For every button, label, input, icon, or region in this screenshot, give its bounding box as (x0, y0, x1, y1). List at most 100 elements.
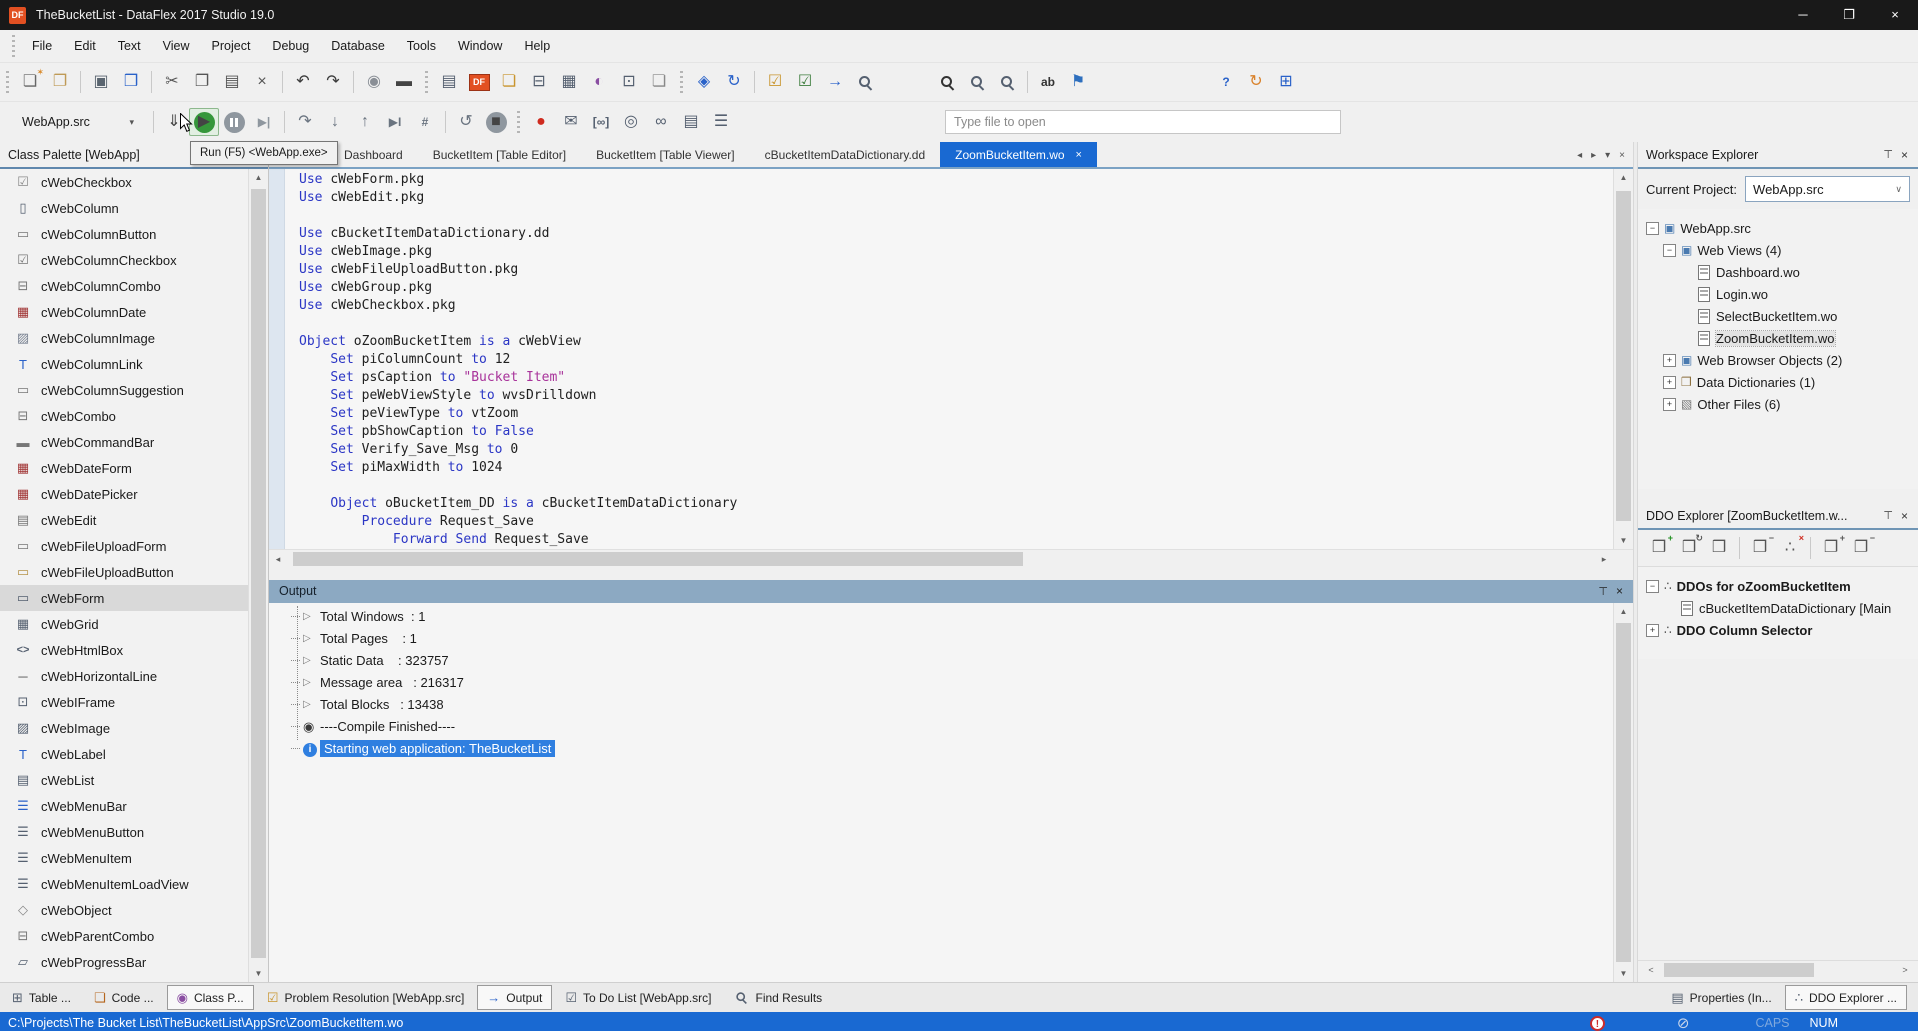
scroll-down-arrow[interactable]: ▼ (1614, 532, 1633, 549)
redo-button[interactable]: ↷ (318, 68, 348, 96)
undo-button[interactable]: ↶ (288, 68, 318, 96)
expand-arrow-icon[interactable]: ▷ (303, 611, 320, 622)
scroll-right-arrow[interactable]: > (1896, 961, 1914, 982)
stop-debugging-button[interactable]: ■ (481, 108, 511, 136)
scroll-right-arrow[interactable]: ▸ (1595, 550, 1613, 569)
output-line[interactable]: ▷Total Blocks : 13438 (269, 694, 1611, 716)
tree-expander-icon[interactable]: + (1663, 376, 1676, 389)
synchronize-web-app-button[interactable]: ↻ (719, 68, 749, 96)
palette-item[interactable]: ▦cWebDatePicker (0, 481, 268, 507)
threads-window-button[interactable]: ☰ (706, 108, 736, 136)
show-ddo-usage-button[interactable]: ❒ (1704, 534, 1734, 562)
tree-expander-icon[interactable]: + (1663, 398, 1676, 411)
output-line[interactable]: iStarting web application: TheBucketList (269, 738, 1611, 760)
output-line[interactable]: ▷Total Pages : 1 (269, 628, 1611, 650)
workspace-tree-item[interactable]: −▣Web Views (4) (1638, 239, 1918, 261)
palette-item[interactable]: ▭cWebForm (0, 585, 268, 611)
record-macro-button[interactable]: ◉ (359, 68, 389, 96)
paste-button[interactable]: ▤ (217, 68, 247, 96)
problem-resolution-button[interactable]: ☑ (760, 68, 790, 96)
order-entry-wizard-button[interactable]: ▤ (434, 68, 464, 96)
file-open-input[interactable] (945, 110, 1341, 134)
palette-item[interactable]: ▦cWebColumnDate (0, 299, 268, 325)
palette-scrollbar[interactable]: ▲▼ (248, 169, 268, 982)
database-explorer-button[interactable]: ⊟ (524, 68, 554, 96)
scroll-up-arrow[interactable]: ▲ (1614, 169, 1633, 186)
start-debugging-button[interactable]: ▶| (249, 108, 279, 136)
locate-in-files-button[interactable] (850, 68, 880, 96)
menu-item-tools[interactable]: Tools (396, 39, 447, 53)
export-source-button[interactable]: → (820, 68, 850, 96)
bottom-tab-class-p-[interactable]: ◉Class P... (167, 985, 254, 1010)
palette-item[interactable]: ☰cWebMenuButton (0, 819, 268, 845)
pause-button[interactable] (219, 108, 249, 136)
editor-code-surface[interactable]: Use cWebForm.pkgUse cWebEdit.pkg Use cBu… (299, 171, 1611, 549)
palette-item[interactable]: ▬cWebCommandBar (0, 429, 268, 455)
output-vertical-scrollbar[interactable]: ▲ ▼ (1613, 603, 1633, 983)
scroll-left-arrow[interactable]: ◂ (269, 550, 287, 569)
palette-item[interactable]: ☑cWebColumnCheckbox (0, 247, 268, 273)
minimize-button[interactable]: ─ (1780, 0, 1826, 30)
project-selector[interactable]: WebApp.src ▾ (16, 109, 140, 135)
output-scroll-thumb[interactable] (1616, 623, 1631, 963)
workspace-tree-item[interactable]: Dashboard.wo (1638, 261, 1918, 283)
expand-nodes-button[interactable]: ❐+ (1816, 534, 1846, 562)
output-line[interactable]: ▷Message area : 216317 (269, 672, 1611, 694)
tab-zoombucketitem-wo[interactable]: ZoomBucketItem.wo× (940, 142, 1097, 167)
goto-line-button[interactable]: # (410, 108, 440, 136)
editor-horizontal-scrollbar[interactable]: ◂ ▸ (269, 549, 1633, 569)
menu-item-view[interactable]: View (152, 39, 201, 53)
step-into-button[interactable]: ↓ (320, 108, 350, 136)
palette-item[interactable]: ▤cWebEdit (0, 507, 268, 533)
save-all-button[interactable]: ❒ (116, 68, 146, 96)
bottom-tab-find-results[interactable]: Find Results (724, 985, 832, 1010)
cut-button[interactable]: ✂ (157, 68, 187, 96)
palette-item[interactable]: ─cWebHorizontalLine (0, 663, 268, 689)
integrate-component-button[interactable]: ◈ (689, 68, 719, 96)
delete-ddo-structure-button[interactable]: ∴× (1775, 534, 1805, 562)
workspace-tree-item[interactable]: SelectBucketItem.wo (1638, 305, 1918, 327)
copy-button[interactable]: ❐ (187, 68, 217, 96)
new-file-button[interactable]: ❏✶ (15, 68, 45, 96)
restart-button[interactable]: ↺ (451, 108, 481, 136)
palette-item[interactable]: ▨cWebColumnImage (0, 325, 268, 351)
close-icon[interactable]: × (1616, 584, 1623, 598)
menu-item-database[interactable]: Database (320, 39, 396, 53)
palette-item[interactable]: ☰cWebMenuItemLoadView (0, 871, 268, 897)
output-line[interactable]: ◉----Compile Finished---- (269, 716, 1611, 738)
expand-arrow-icon[interactable]: ▷ (303, 655, 320, 666)
toggle-breakpoint-button[interactable]: ● (526, 108, 556, 136)
palette-item[interactable]: ▭cWebFileUploadButton (0, 559, 268, 585)
menu-item-debug[interactable]: Debug (261, 39, 320, 53)
palette-item[interactable]: TcWebLabel (0, 741, 268, 767)
palette-item[interactable]: ☑cWebCheckbox (0, 169, 268, 195)
find-next-button[interactable] (962, 68, 992, 96)
expand-arrow-icon[interactable]: ▷ (303, 633, 320, 644)
find-in-files-button[interactable] (992, 68, 1022, 96)
palette-item[interactable]: ▦cWebDateForm (0, 455, 268, 481)
pin-icon[interactable]: ⊤ (1877, 509, 1899, 522)
palette-item[interactable]: ▭cWebFileUploadForm (0, 533, 268, 559)
tree-expander-icon[interactable]: − (1646, 222, 1659, 235)
bookmark-button[interactable]: ⚑ (1063, 68, 1093, 96)
editor-hscroll-thumb[interactable] (293, 552, 1023, 566)
delete-button[interactable]: × (247, 68, 277, 96)
palette-scroll-thumb[interactable] (251, 189, 266, 958)
tab-bucketitem-table-viewer-[interactable]: BucketItem [Table Viewer] (581, 142, 750, 167)
ddo-tree-item[interactable]: cBucketItemDataDictionary [Main (1638, 597, 1918, 619)
output-line[interactable]: ▷Static Data : 323757 (269, 650, 1611, 672)
workspace-tree-item[interactable]: +▣Web Browser Objects (2) (1638, 349, 1918, 371)
palette-item[interactable]: ▤cWebList (0, 767, 268, 793)
bottom-tab-properties-in-[interactable]: ▤Properties (In... (1661, 985, 1781, 1010)
right-hscroll-thumb[interactable] (1664, 963, 1814, 977)
new-source-button[interactable]: ❏ (644, 68, 674, 96)
palette-item[interactable]: ☰cWebMenuItem (0, 845, 268, 871)
open-workspace-button[interactable]: ❐ (45, 68, 75, 96)
editor-vertical-scrollbar[interactable]: ▲ ▼ (1613, 169, 1633, 549)
palette-item[interactable]: ⊟cWebColumnCombo (0, 273, 268, 299)
menu-item-text[interactable]: Text (107, 39, 152, 53)
dataflex-reports-button[interactable]: DF (464, 68, 494, 96)
remove-ddo-button[interactable]: ❒− (1745, 534, 1775, 562)
bottom-tab-to-do-list-webapp-src-[interactable]: ☑To Do List [WebApp.src] (555, 985, 721, 1010)
ddo-tree-item[interactable]: −∴DDOs for oZoomBucketItem (1638, 575, 1918, 597)
